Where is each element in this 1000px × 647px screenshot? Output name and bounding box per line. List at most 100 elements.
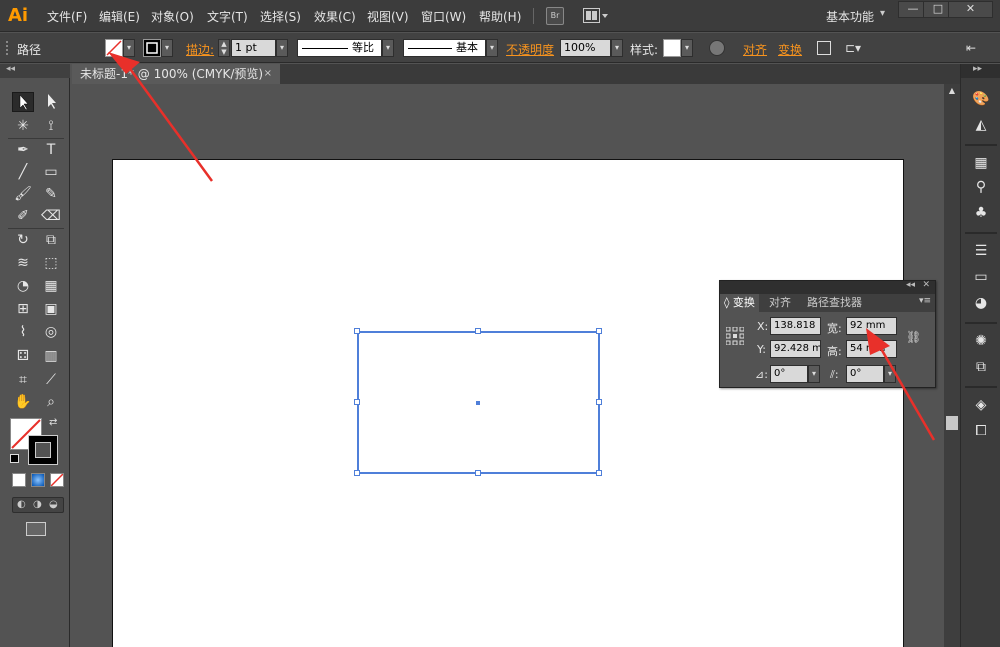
- symbol-sprayer-tool-icon[interactable]: ⚃: [12, 346, 34, 366]
- opacity-panel-link[interactable]: 不透明度: [506, 41, 554, 58]
- color-guide-icon[interactable]: 🎨: [970, 88, 992, 110]
- menu-help[interactable]: 帮助(H): [479, 8, 521, 25]
- paintbrush-tool-icon[interactable]: 🖌: [12, 184, 34, 204]
- handle-top-left[interactable]: [354, 328, 360, 334]
- artboards-icon[interactable]: ⧠: [970, 420, 992, 442]
- stroke-weight-stepper[interactable]: ▲ ▼: [218, 39, 230, 57]
- handle-bottom-center[interactable]: [475, 470, 481, 476]
- swap-colors-icon[interactable]: ⇄: [49, 417, 57, 428]
- handle-top-center[interactable]: [475, 328, 481, 334]
- align-panel-link[interactable]: 对齐: [743, 41, 767, 58]
- handle-middle-right[interactable]: [596, 399, 602, 405]
- rotate-dropdown[interactable]: ▾: [808, 365, 820, 383]
- hand-tool-icon[interactable]: ✋: [12, 392, 34, 412]
- tab-pathfinder[interactable]: 路径查找器: [803, 294, 866, 312]
- menu-type[interactable]: 文字(T): [207, 8, 248, 25]
- stroke-panel-link[interactable]: 描边:: [186, 41, 214, 58]
- menu-window[interactable]: 窗口(W): [421, 8, 466, 25]
- stroke-color-box[interactable]: [28, 435, 58, 465]
- close-tab-icon[interactable]: ×: [264, 64, 272, 84]
- free-transform-tool-icon[interactable]: ⬚: [40, 253, 62, 273]
- blend-tool-icon[interactable]: ◎: [40, 322, 62, 342]
- more-options-icon[interactable]: ⊏▾: [845, 41, 861, 55]
- rotate-tool-icon[interactable]: ↻: [12, 230, 34, 250]
- menu-object[interactable]: 对象(O): [151, 8, 194, 25]
- panel-menu-icon[interactable]: ▾≡: [919, 296, 931, 306]
- x-field[interactable]: 138.818: [770, 317, 821, 335]
- opacity-dropdown[interactable]: ▾: [611, 39, 623, 57]
- menu-view[interactable]: 视图(V): [367, 8, 409, 25]
- selection-tool-icon[interactable]: [12, 92, 34, 112]
- perspective-grid-tool-icon[interactable]: ▦: [40, 276, 62, 296]
- artboard-tool-icon[interactable]: ⌗: [12, 370, 34, 390]
- handle-top-right[interactable]: [596, 328, 602, 334]
- handle-bottom-right[interactable]: [596, 470, 602, 476]
- arrange-documents-button[interactable]: [583, 8, 609, 24]
- eyedropper-tool-icon[interactable]: ⌇: [12, 322, 34, 342]
- lasso-tool-icon[interactable]: ⟟: [40, 116, 62, 136]
- shear-field[interactable]: 0°: [846, 365, 884, 383]
- scrollbar-thumb[interactable]: [946, 416, 958, 430]
- draw-behind-icon[interactable]: ◑: [33, 499, 42, 510]
- pencil-tool-icon[interactable]: ✎: [40, 184, 62, 204]
- menu-select[interactable]: 选择(S): [260, 8, 301, 25]
- mesh-tool-icon[interactable]: ⊞: [12, 299, 34, 319]
- shape-builder-tool-icon[interactable]: ◔: [12, 276, 34, 296]
- pen-tool-icon[interactable]: ✒: [12, 140, 34, 160]
- expand-dock-icon[interactable]: ▸▸: [973, 64, 982, 74]
- shear-dropdown[interactable]: ▾: [884, 365, 896, 383]
- draw-inside-icon[interactable]: ◒: [49, 499, 58, 510]
- magic-wand-tool-icon[interactable]: ✳: [12, 116, 34, 136]
- menu-effect[interactable]: 效果(C): [314, 8, 356, 25]
- document-tab[interactable]: 未标题-1* @ 100% (CMYK/预览) ×: [72, 64, 280, 84]
- screen-mode-button[interactable]: [26, 522, 46, 536]
- stroke-swatch[interactable]: [143, 39, 161, 57]
- menu-edit[interactable]: 编辑(E): [99, 8, 140, 25]
- default-colors-icon[interactable]: [10, 454, 19, 463]
- height-field[interactable]: 54 mm: [846, 340, 897, 358]
- reference-point-icon[interactable]: [726, 327, 744, 345]
- handle-middle-left[interactable]: [354, 399, 360, 405]
- stroke-dropdown[interactable]: ▾: [161, 39, 173, 57]
- width-tool-icon[interactable]: ≋: [12, 253, 34, 273]
- fill-swatch[interactable]: [105, 39, 123, 57]
- gradient-tool-icon[interactable]: ▣: [40, 299, 62, 319]
- brushes-icon[interactable]: ⚲: [970, 176, 992, 198]
- stroke-icon[interactable]: ☰: [970, 240, 992, 262]
- grip-handle[interactable]: [6, 41, 8, 55]
- collapse-panel-icon[interactable]: ◂◂: [906, 280, 915, 290]
- draw-normal-icon[interactable]: ◐: [17, 499, 26, 510]
- graphic-styles-icon[interactable]: ⧉: [970, 356, 992, 378]
- variable-width-profile[interactable]: 等比: [297, 39, 382, 57]
- workspace-switcher[interactable]: 基本功能: [826, 8, 874, 25]
- none-mode-button[interactable]: [50, 473, 64, 487]
- recolor-artwork-icon[interactable]: [709, 40, 725, 56]
- constrain-proportions-icon[interactable]: ⛓: [906, 330, 921, 344]
- fill-dropdown[interactable]: ▾: [123, 39, 135, 57]
- scale-tool-icon[interactable]: ⧉: [40, 230, 62, 250]
- brush-dropdown[interactable]: ▾: [486, 39, 498, 57]
- y-field[interactable]: 92.428 m: [770, 340, 821, 358]
- line-tool-icon[interactable]: ╱: [12, 162, 34, 182]
- slice-tool-icon[interactable]: ⟋: [40, 370, 62, 390]
- scroll-up-icon[interactable]: ▲: [944, 86, 960, 98]
- column-graph-tool-icon[interactable]: ▥: [40, 346, 62, 366]
- color-panel-icon[interactable]: ◭: [970, 114, 992, 136]
- symbols-icon[interactable]: ♣: [970, 202, 992, 224]
- panel-menu-icon[interactable]: ⇤: [966, 41, 976, 55]
- close-window-button[interactable]: ✕: [948, 1, 993, 18]
- menu-file[interactable]: 文件(F): [47, 8, 87, 25]
- profile-dropdown[interactable]: ▾: [382, 39, 394, 57]
- rotate-field[interactable]: 0°: [770, 365, 808, 383]
- blob-brush-tool-icon[interactable]: ✐: [12, 206, 34, 226]
- direct-selection-tool-icon[interactable]: [40, 92, 62, 112]
- graphic-style-swatch[interactable]: [663, 39, 681, 57]
- gradient-icon[interactable]: ▭: [970, 266, 992, 288]
- layers-icon[interactable]: ◈: [970, 394, 992, 416]
- width-field[interactable]: 92 mm: [846, 317, 897, 335]
- opacity-field[interactable]: 100%: [560, 39, 611, 57]
- isolate-icon[interactable]: [817, 41, 831, 55]
- panel-header[interactable]: ◂◂ ✕: [720, 280, 935, 294]
- brush-definition[interactable]: 基本: [403, 39, 486, 57]
- vertical-scrollbar[interactable]: ▲: [944, 84, 960, 647]
